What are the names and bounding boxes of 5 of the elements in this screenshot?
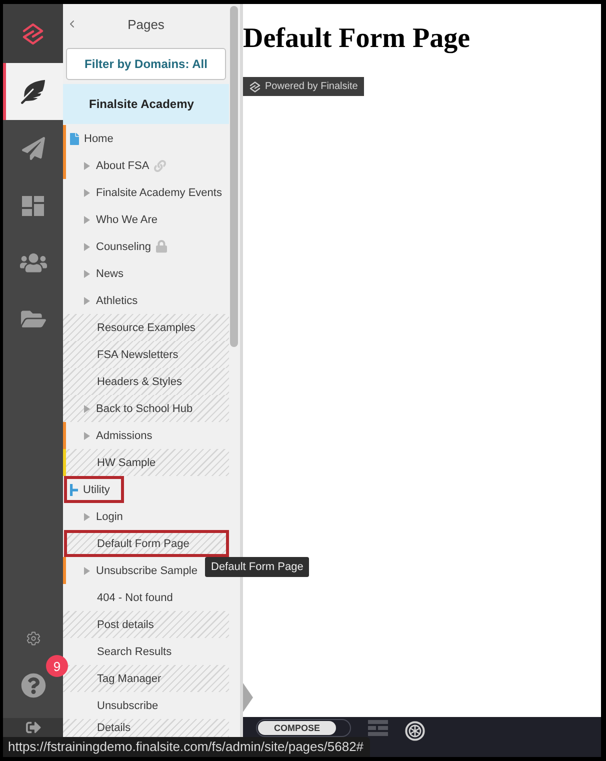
page-heading: Default Form Page xyxy=(243,23,470,55)
tooltip: Default Form Page xyxy=(205,557,310,577)
panel-title: Pages xyxy=(128,16,164,32)
status-url: https://fstrainingdemo.finalsite.com/fs/admin/site/pages/5682# xyxy=(3,737,370,757)
notification-badge: 9 xyxy=(46,655,68,677)
